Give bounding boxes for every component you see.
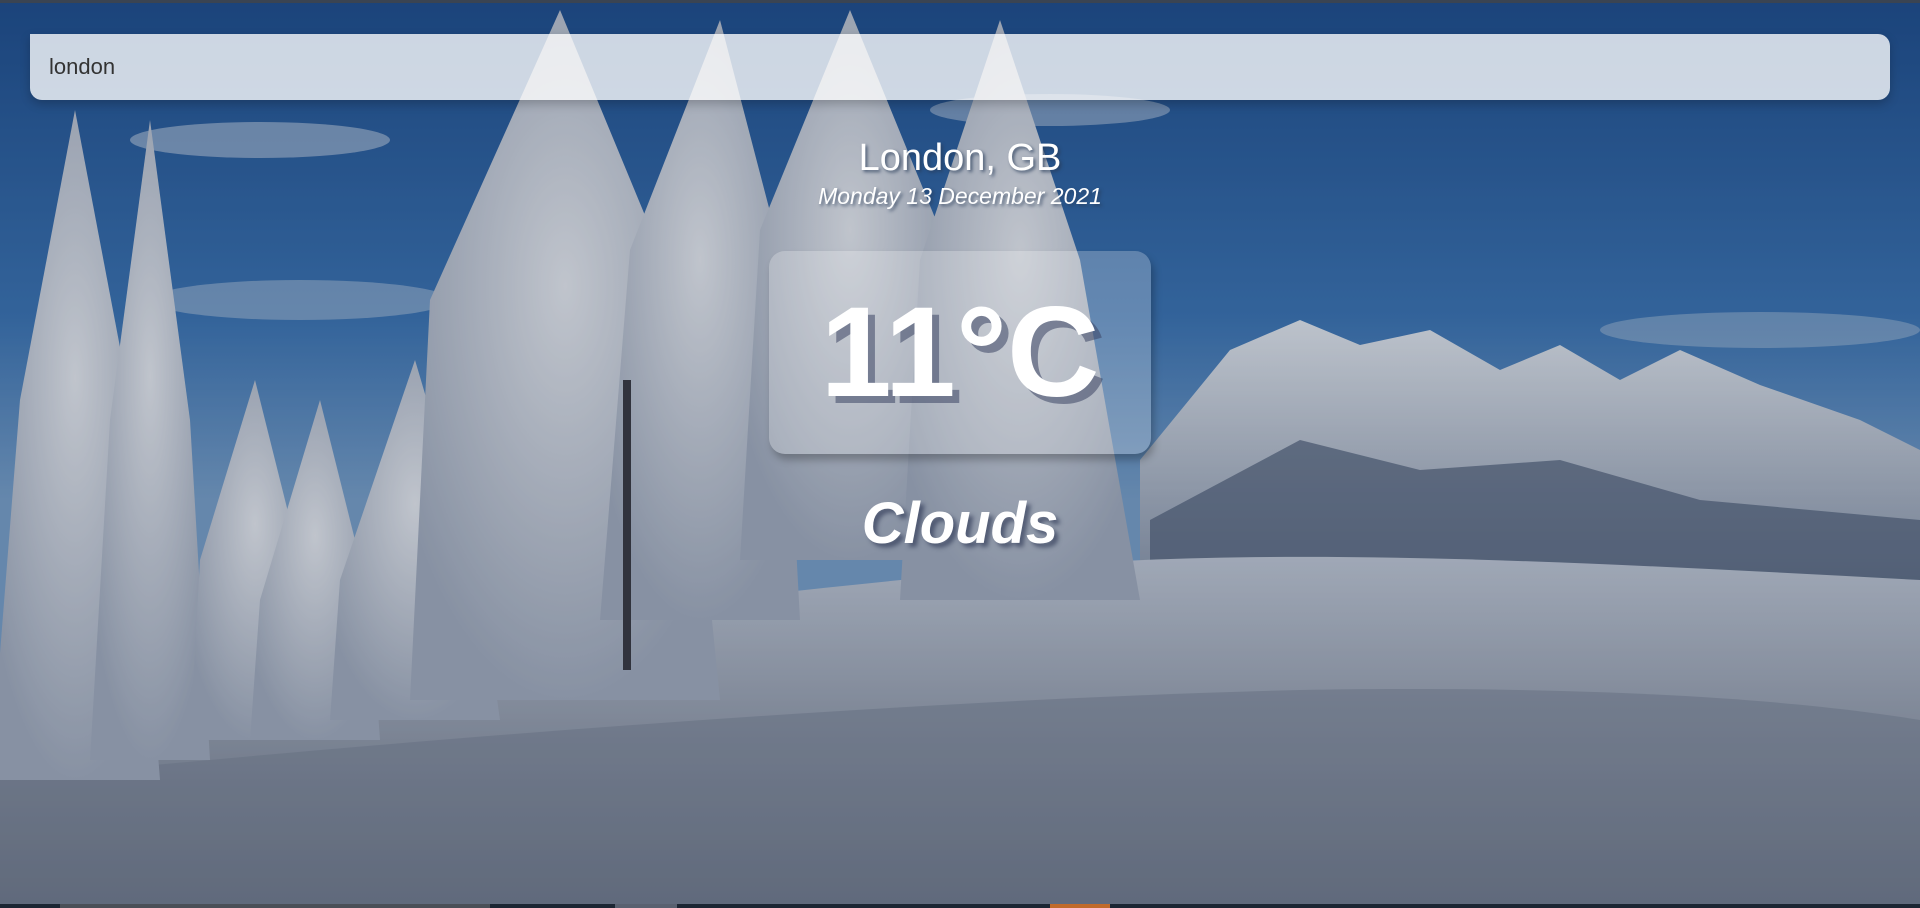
location-title: London, GB: [858, 137, 1062, 179]
date-label: Monday 13 December 2021: [818, 183, 1102, 209]
search-input[interactable]: [30, 34, 1890, 100]
taskbar-strip: [0, 904, 1920, 908]
temperature-card: 11°C: [769, 251, 1151, 454]
weather-condition: Clouds: [861, 491, 1059, 556]
search-bar[interactable]: [30, 34, 1890, 100]
window-top-edge: [0, 0, 1920, 3]
temperature-value: 11°C: [820, 281, 1100, 424]
